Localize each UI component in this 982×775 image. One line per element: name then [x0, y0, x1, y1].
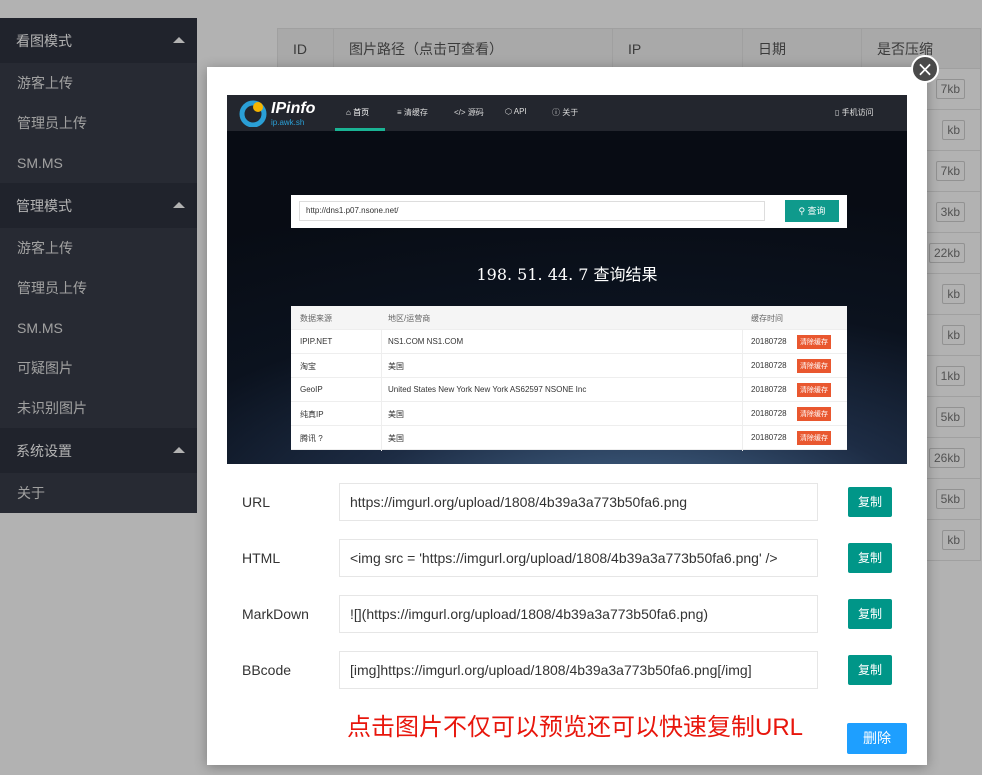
hint-text: 点击图片不仅可以预览还可以快速复制URL	[347, 714, 804, 741]
preview-search-bar: http://dns1.p07.nsone.net/ ⚲ 查询	[291, 195, 847, 228]
clear-cache-tag: 清除缓存	[797, 431, 831, 445]
bbcode-field[interactable]	[339, 651, 818, 689]
preview-header-cache-time: 缓存时间	[751, 314, 783, 323]
preview-result-suffix: 查询结果	[593, 265, 658, 284]
preview-search-button: ⚲ 查询	[785, 200, 839, 222]
image-preview[interactable]: IPinfo ip.awk.sh ⌂ 首页 ≡ 清缓存 </> 源码 ⬡ API…	[227, 95, 907, 464]
list-icon: ≡	[397, 108, 402, 117]
preview-mobile-label: 手机访问	[841, 108, 874, 117]
preview-search-input: http://dns1.p07.nsone.net/	[299, 201, 765, 221]
preview-date-cell: 20180728	[751, 409, 787, 418]
copy-url-button[interactable]: 复制	[848, 487, 892, 517]
preview-table-row: 纯真IP 美国 20180728 清除缓存	[291, 402, 847, 426]
html-label: HTML	[242, 550, 281, 566]
preview-tab-clear-cache: ≡ 清缓存	[397, 107, 428, 118]
clear-cache-tag: 清除缓存	[797, 359, 831, 373]
preview-region-cell: 美国	[388, 410, 404, 419]
code-icon: </>	[454, 108, 466, 117]
preview-result-title: 198. 51. 44. 7 查询结果	[227, 261, 907, 285]
preview-tab-label: 清缓存	[403, 108, 428, 117]
markdown-label: MarkDown	[242, 606, 309, 622]
preview-navbar: IPinfo ip.awk.sh ⌂ 首页 ≡ 清缓存 </> 源码 ⬡ API…	[227, 95, 907, 131]
preview-active-tab-indicator	[335, 128, 385, 131]
preview-region-cell: 美国	[388, 434, 404, 443]
url-field[interactable]	[339, 483, 818, 521]
preview-tab-label: 首页	[353, 108, 370, 117]
markdown-field[interactable]	[339, 595, 818, 633]
preview-table-row: GeoIP United States New York New York AS6…	[291, 378, 847, 402]
copy-html-button[interactable]: 复制	[848, 543, 892, 573]
preview-tab-label: 源码	[467, 108, 484, 117]
preview-tab-home: ⌂ 首页	[346, 107, 369, 118]
preview-source-cell: 纯真IP	[300, 410, 324, 419]
preview-date-cell: 20180728	[751, 361, 787, 370]
preview-table-row: 腾讯 ? 美国 20180728 清除缓存	[291, 426, 847, 450]
clear-cache-tag: 清除缓存	[797, 335, 831, 349]
preview-region-cell: 美国	[388, 362, 404, 371]
home-icon: ⌂	[346, 108, 351, 117]
clear-cache-tag: 清除缓存	[797, 383, 831, 397]
preview-date-cell: 20180728	[751, 385, 787, 394]
copy-bbcode-button[interactable]: 复制	[848, 655, 892, 685]
preview-table-header: 数据来源 地区/运营商 缓存时间	[291, 306, 847, 330]
preview-search-button-label: 查询	[807, 206, 826, 216]
bbcode-label: BBcode	[242, 662, 292, 678]
preview-tab-about: ⓘ 关于	[552, 107, 578, 118]
preview-table-row: 淘宝 美国 20180728 清除缓存	[291, 354, 847, 378]
preview-header-region: 地区/运营商	[388, 314, 431, 323]
preview-header-source: 数据来源	[300, 314, 332, 323]
close-icon[interactable]: ×	[911, 55, 939, 83]
info-icon: ⓘ	[552, 108, 560, 117]
mobile-icon: ▯	[835, 108, 840, 117]
preview-tab-api: ⬡ API	[505, 107, 527, 116]
delete-button[interactable]: 删除	[847, 723, 907, 754]
html-field[interactable]	[339, 539, 818, 577]
url-label: URL	[242, 494, 271, 510]
copy-markdown-button[interactable]: 复制	[848, 599, 892, 629]
search-icon: ⚲	[798, 206, 806, 216]
preview-region-cell: United States New York New York AS62597 …	[388, 385, 587, 394]
image-detail-modal: IPinfo ip.awk.sh ⌂ 首页 ≡ 清缓存 </> 源码 ⬡ API…	[207, 67, 927, 765]
preview-date-cell: 20180728	[751, 337, 787, 346]
preview-table-row: IPIP.NET NS1.COM NS1.COM 20180728 清除缓存	[291, 330, 847, 354]
preview-brand: IPinfo	[271, 100, 316, 117]
preview-source-cell: 腾讯 ?	[300, 434, 323, 443]
preview-result-ip: 198. 51. 44. 7	[476, 265, 589, 284]
preview-source-cell: GeoIP	[300, 385, 323, 394]
clear-cache-tag: 清除缓存	[797, 407, 831, 421]
preview-source-cell: IPIP.NET	[300, 337, 333, 346]
cube-icon: ⬡	[505, 107, 512, 116]
preview-tab-label: 关于	[562, 108, 579, 117]
preview-brand-sub: ip.awk.sh	[271, 118, 305, 127]
preview-source-cell: 淘宝	[300, 362, 316, 371]
preview-tab-source: </> 源码	[454, 107, 484, 118]
preview-result-table: 数据来源 地区/运营商 缓存时间 IPIP.NET NS1.COM NS1.COM…	[291, 306, 847, 451]
ipinfo-logo-icon	[239, 100, 267, 127]
preview-tab-label: API	[513, 107, 527, 116]
preview-region-cell: NS1.COM NS1.COM	[388, 337, 464, 346]
preview-date-cell: 20180728	[751, 433, 787, 442]
preview-mobile-link: ▯ 手机访问	[835, 107, 874, 118]
